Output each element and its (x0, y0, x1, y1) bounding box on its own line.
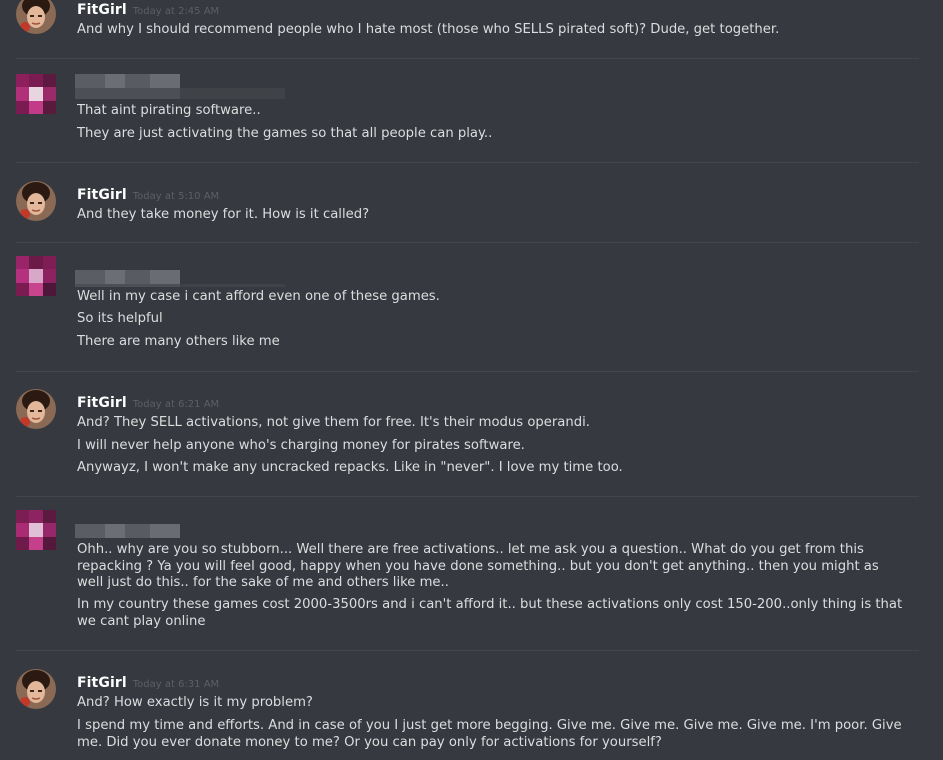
message-text: In my country these games cost 2000-3500… (77, 597, 903, 629)
message-text: Well in my case i cant afford even one o… (77, 289, 440, 304)
user-avatar[interactable] (16, 0, 56, 34)
user-avatar[interactable] (16, 389, 56, 429)
username[interactable]: FitGirl (77, 2, 127, 18)
timestamp: Today at 5:10 AM (132, 191, 220, 202)
message-text: So its helpful (77, 311, 163, 326)
redacted-username (75, 524, 180, 538)
message-text: And why I should recommend people who I … (77, 22, 780, 37)
timestamp: Today at 6:21 AM (132, 399, 220, 410)
message-text: I will never help anyone who's charging … (77, 438, 525, 453)
username[interactable]: FitGirl (77, 395, 127, 411)
timestamp: Today at 2:45 AM (132, 6, 220, 17)
username[interactable]: FitGirl (77, 675, 127, 691)
message-text: They are just activating the games so th… (77, 126, 493, 141)
message-divider (16, 242, 919, 243)
user-avatar[interactable] (16, 510, 56, 550)
message-divider (16, 58, 919, 59)
redacted-username (75, 270, 180, 284)
user-avatar[interactable] (16, 181, 56, 221)
redacted-timestamp (75, 88, 285, 102)
message-text: That aint pirating software.. (77, 103, 261, 118)
message-text: And they take money for it. How is it ca… (77, 207, 370, 222)
redacted-username (75, 74, 180, 88)
message-divider (16, 496, 919, 497)
timestamp: Today at 6:31 AM (132, 679, 220, 690)
user-avatar[interactable] (16, 74, 56, 114)
message-text: I spend my time and efforts. And in case… (77, 718, 902, 750)
user-avatar[interactable] (16, 669, 56, 709)
user-avatar[interactable] (16, 256, 56, 296)
message-divider (16, 162, 919, 163)
message-divider (16, 650, 919, 651)
message-text: Anywayz, I won't make any uncracked repa… (77, 460, 623, 475)
username[interactable]: FitGirl (77, 187, 127, 203)
message-text: And? They SELL activations, not give the… (77, 415, 590, 430)
message-divider (16, 371, 919, 372)
message-text: And? How exactly is it my problem? (77, 695, 313, 710)
message-text: Ohh.. why are you so stubborn... Well th… (77, 542, 879, 590)
message-text: There are many others like me (77, 334, 280, 349)
